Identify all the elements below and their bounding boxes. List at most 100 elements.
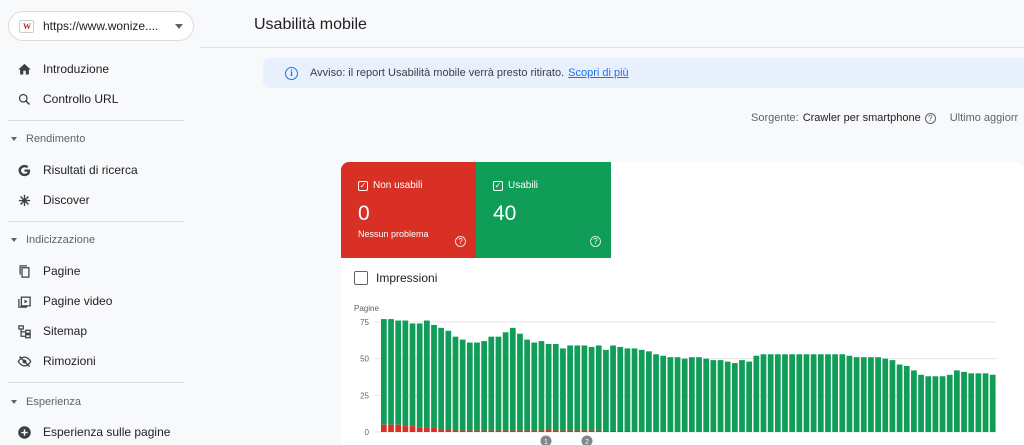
bar-not-usable[interactable]: [395, 424, 402, 432]
bar-usable[interactable]: [381, 319, 387, 425]
sidebar-item-page-experience[interactable]: Esperienza sulle pagine: [0, 419, 200, 445]
bar-usable[interactable]: [961, 371, 967, 432]
bar-not-usable[interactable]: [474, 430, 480, 432]
bar-usable[interactable]: [739, 360, 745, 432]
bar-usable[interactable]: [918, 374, 924, 432]
bar-usable[interactable]: [567, 345, 573, 431]
bar-usable[interactable]: [968, 373, 975, 432]
bar-not-usable[interactable]: [595, 430, 602, 432]
bar-usable[interactable]: [388, 319, 394, 425]
bar-not-usable[interactable]: [445, 429, 452, 432]
bar-usable[interactable]: [760, 354, 767, 432]
bar-usable[interactable]: [774, 354, 781, 432]
bar-not-usable[interactable]: [495, 430, 502, 432]
help-icon[interactable]: ?: [455, 236, 466, 247]
bar-not-usable[interactable]: [567, 430, 573, 432]
bar-usable[interactable]: [638, 349, 645, 432]
bar-usable[interactable]: [674, 357, 681, 432]
bar-usable[interactable]: [445, 330, 452, 430]
bar-usable[interactable]: [868, 357, 874, 432]
bar-usable[interactable]: [402, 320, 409, 427]
bar-not-usable[interactable]: [617, 431, 624, 432]
bar-usable[interactable]: [581, 345, 588, 431]
bar-usable[interactable]: [932, 376, 939, 432]
bar-usable[interactable]: [531, 342, 538, 431]
bar-usable[interactable]: [681, 358, 688, 432]
sidebar-item-url-inspection[interactable]: Controllo URL: [0, 86, 200, 112]
sidebar-item-pages[interactable]: Pagine: [0, 258, 200, 284]
bar-usable[interactable]: [875, 357, 881, 432]
bar-usable[interactable]: [603, 349, 609, 432]
bar-usable[interactable]: [466, 342, 473, 431]
bar-usable[interactable]: [817, 354, 824, 432]
bar-not-usable[interactable]: [545, 429, 552, 432]
bar-usable[interactable]: [839, 354, 846, 432]
bar-usable[interactable]: [989, 374, 996, 432]
bar-usable[interactable]: [517, 333, 523, 431]
bar-usable[interactable]: [954, 370, 960, 432]
bar-usable[interactable]: [696, 357, 702, 432]
bar-usable[interactable]: [703, 358, 710, 432]
sidebar-item-video-pages[interactable]: Pagine video: [0, 288, 200, 314]
sidebar-item-sitemap[interactable]: Sitemap: [0, 318, 200, 344]
section-experience[interactable]: Esperienza: [0, 391, 200, 413]
bar-usable[interactable]: [459, 339, 466, 431]
bar-not-usable[interactable]: [538, 430, 545, 432]
bar-usable[interactable]: [753, 355, 760, 432]
bar-not-usable[interactable]: [416, 427, 423, 432]
bar-usable[interactable]: [860, 357, 867, 432]
bar-usable[interactable]: [438, 327, 445, 430]
bar-usable[interactable]: [452, 336, 459, 431]
bar-usable[interactable]: [889, 360, 896, 432]
bar-usable[interactable]: [395, 320, 402, 425]
bar-usable[interactable]: [488, 336, 495, 431]
help-icon[interactable]: ?: [590, 236, 601, 247]
bar-not-usable[interactable]: [552, 430, 559, 432]
source-value[interactable]: Crawler per smartphone: [803, 112, 921, 124]
bar-usable[interactable]: [595, 345, 602, 431]
bar-not-usable[interactable]: [560, 430, 566, 432]
card-not-usable[interactable]: ✓ Non usabili 0 Nessun problema ?: [341, 162, 476, 258]
bar-usable[interactable]: [474, 342, 480, 431]
bar-usable[interactable]: [552, 344, 559, 431]
bar-not-usable[interactable]: [624, 431, 631, 432]
bar-usable[interactable]: [853, 357, 860, 432]
bar-usable[interactable]: [710, 360, 717, 432]
bar-not-usable[interactable]: [517, 430, 523, 432]
section-indexing[interactable]: Indicizzazione: [0, 229, 200, 251]
bar-not-usable[interactable]: [438, 429, 445, 432]
impressions-toggle[interactable]: Impressioni: [354, 271, 437, 285]
bar-usable[interactable]: [509, 327, 516, 431]
bar-usable[interactable]: [545, 344, 552, 430]
bar-usable[interactable]: [624, 348, 631, 432]
sidebar-item-search-results[interactable]: Risultati di ricerca: [0, 157, 200, 183]
bar-usable[interactable]: [982, 373, 989, 432]
bar-not-usable[interactable]: [388, 424, 394, 432]
bar-not-usable[interactable]: [588, 430, 595, 432]
bar-usable[interactable]: [911, 370, 917, 432]
bar-usable[interactable]: [481, 341, 488, 431]
bar-not-usable[interactable]: [481, 430, 488, 432]
bar-not-usable[interactable]: [431, 427, 437, 432]
bar-usable[interactable]: [746, 361, 753, 432]
bar-usable[interactable]: [975, 373, 982, 432]
sidebar-item-discover[interactable]: Discover: [0, 187, 200, 213]
bar-not-usable[interactable]: [466, 430, 473, 432]
bar-usable[interactable]: [832, 354, 838, 432]
bar-usable[interactable]: [925, 376, 932, 432]
checkbox-unchecked-icon[interactable]: [354, 271, 368, 285]
bar-usable[interactable]: [882, 358, 889, 432]
bar-not-usable[interactable]: [509, 430, 516, 432]
bar-usable[interactable]: [717, 360, 724, 432]
bar-usable[interactable]: [796, 354, 803, 432]
bar-usable[interactable]: [409, 323, 416, 427]
bar-not-usable[interactable]: [459, 430, 466, 432]
bar-not-usable[interactable]: [574, 430, 581, 432]
bar-usable[interactable]: [560, 348, 566, 431]
learn-more-link[interactable]: Scopri di più: [568, 67, 629, 79]
bar-usable[interactable]: [416, 323, 423, 428]
bar-usable[interactable]: [689, 357, 695, 432]
bar-usable[interactable]: [617, 346, 624, 432]
bar-usable[interactable]: [495, 336, 502, 431]
bar-not-usable[interactable]: [610, 431, 616, 432]
